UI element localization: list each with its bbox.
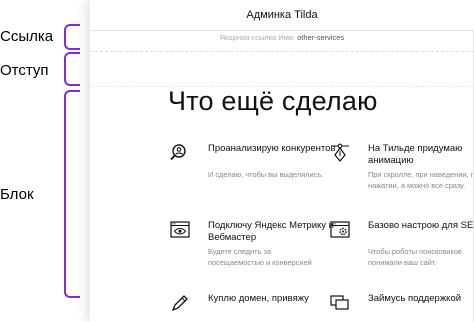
card-title: Базово настрою для SEO [368,220,474,231]
browser-gear-icon [330,221,350,238]
anchor-prefix: Якорная ссылка [219,33,277,42]
browser-eye-icon [170,221,190,238]
anchor-name: other-services [297,33,345,42]
card-title: Проанализирую конкурентов [208,143,336,154]
anchor-name-label: Имя: [278,33,296,42]
indent-block [90,52,474,87]
label-block: Блок [0,186,34,203]
card-title: Займусь поддержкой [368,293,462,304]
card-title: На Тильде придумаю анимацию [368,143,463,166]
card-desc: При скролле, при наведении, при нажатии,… [368,170,474,190]
section-heading: Что ещё сделаю [168,86,378,116]
card-desc: И сделаю, чтобы вы выделялись. [208,170,324,179]
anchor-link-block[interactable]: Якорная ссылка Имя: other-services [90,31,474,52]
label-link: Ссылка [0,28,54,45]
pencil-icon [171,295,188,312]
magnifier-person-icon [170,144,186,161]
editor-frame: Админка Tilda Якорная ссылка Имя: other-… [90,0,474,322]
pen-tool-icon [331,143,349,162]
bracket-indent [64,52,80,86]
card-desc: Будете следить за посещаемостью и конвер… [208,247,312,267]
card-title: Куплю домен, привяжу [208,293,309,304]
label-indent: Отступ [0,62,49,79]
chat-icon [330,295,349,310]
card-desc: Чтобы роботы поисковиков понимали ваш са… [368,247,462,267]
card-title: Подключу Яндекс Метрику и Вебмастер [208,220,334,243]
bracket-block [64,90,80,298]
window-title: Админка Tilda [90,0,474,31]
bracket-link [64,24,80,50]
